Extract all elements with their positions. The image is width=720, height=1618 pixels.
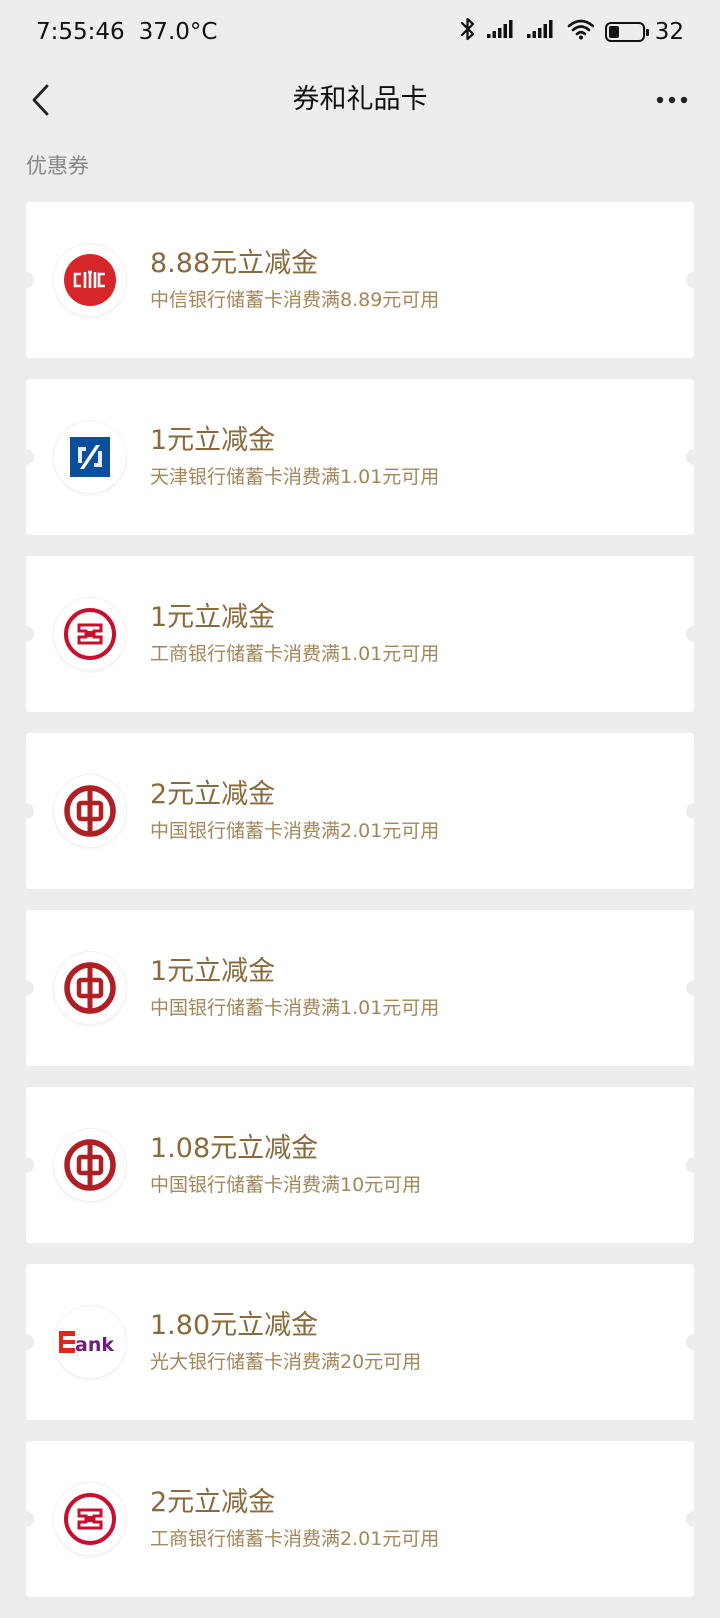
coupon-amount: 1.80元立减金 [150, 1310, 319, 1341]
battery-percent: 32 [654, 19, 684, 45]
coupon-list: 8.88元立减金 中信银行储蓄卡消费满8.89元可用 1元立减金 天津银行储蓄卡… [18, 202, 702, 1618]
coupon-card[interactable]: 1元立减金 天津银行储蓄卡消费满1.01元可用 [18, 379, 702, 535]
nav-bar: 券和礼品卡 [0, 64, 720, 136]
status-right: 32 [459, 17, 684, 47]
icbc-bank-logo-icon [54, 598, 126, 670]
coupon-text: 8.88元立减金 中信银行储蓄卡消费满8.89元可用 [150, 246, 439, 314]
boc-bank-logo-icon [54, 1129, 126, 1201]
coupon-desc: 光大银行储蓄卡消费满20元可用 [150, 1351, 422, 1373]
citic-bank-logo-icon [54, 244, 126, 316]
icbc-bank-logo-icon [54, 1483, 126, 1555]
coupon-desc: 中国银行储蓄卡消费满10元可用 [150, 1174, 422, 1196]
coupon-desc: 天津银行储蓄卡消费满1.01元可用 [150, 466, 440, 488]
tianjin-bank-logo-icon [54, 421, 126, 493]
page-title: 券和礼品卡 [292, 84, 428, 115]
coupon-card[interactable]: 8.88元立减金 中信银行储蓄卡消费满8.89元可用 [18, 202, 702, 358]
coupon-card[interactable]: 1元立减金 中国银行储蓄卡消费满1.01元可用 [18, 910, 702, 1066]
coupon-text: 2元立减金 工商银行储蓄卡消费满2.01元可用 [150, 1485, 439, 1553]
ceb-bank-logo-icon: ank [54, 1306, 126, 1378]
coupon-amount: 1元立减金 [150, 602, 276, 633]
coupon-card[interactable]: ank 1.80元立减金 光大银行储蓄卡消费满20元可用 [18, 1264, 702, 1420]
more-button[interactable] [646, 74, 698, 126]
coupon-desc: 工商银行储蓄卡消费满2.01元可用 [150, 1528, 440, 1550]
coupon-card[interactable]: 1.08元立减金 中国银行储蓄卡消费满10元可用 [18, 1087, 702, 1243]
coupon-desc: 中信银行储蓄卡消费满8.89元可用 [150, 289, 440, 311]
signal-icon-sim2 [526, 18, 557, 46]
back-button[interactable] [14, 74, 66, 126]
coupon-card[interactable]: 2元立减金 中国银行储蓄卡消费满2.01元可用 [18, 733, 702, 889]
battery-icon [604, 22, 649, 42]
status-left: 7:55:46 37.0°C [36, 19, 217, 45]
coupon-amount: 2元立减金 [150, 1487, 276, 1518]
coupon-amount: 8.88元立减金 [150, 248, 319, 279]
coupon-text: 1元立减金 天津银行储蓄卡消费满1.01元可用 [150, 423, 439, 491]
coupon-card[interactable]: 2元立减金 工商银行储蓄卡消费满2.01元可用 [18, 1441, 702, 1597]
coupon-text: 1元立减金 中国银行储蓄卡消费满1.01元可用 [150, 954, 439, 1022]
svg-text:ank: ank [75, 1334, 114, 1356]
coupon-amount: 2元立减金 [150, 779, 276, 810]
signal-icon-sim1 [486, 18, 517, 46]
boc-bank-logo-icon [54, 775, 126, 847]
chevron-left-icon [32, 84, 49, 116]
coupon-amount: 1元立减金 [150, 956, 276, 987]
coupon-card[interactable]: 1元立减金 工商银行储蓄卡消费满1.01元可用 [18, 556, 702, 712]
more-dots-icon [656, 96, 688, 104]
status-temperature: 37.0°C [138, 19, 218, 45]
status-time: 7:55:46 [36, 19, 125, 45]
status-bar: 7:55:46 37.0°C 32 [0, 0, 720, 64]
bluetooth-icon [459, 17, 477, 47]
coupon-text: 2元立减金 中国银行储蓄卡消费满2.01元可用 [150, 777, 439, 845]
boc-bank-logo-icon [54, 952, 126, 1024]
section-label: 优惠券 [26, 154, 89, 178]
wifi-icon [567, 18, 595, 46]
battery-fill [608, 26, 619, 38]
coupon-desc: 工商银行储蓄卡消费满1.01元可用 [150, 643, 440, 665]
coupon-amount: 1.08元立减金 [150, 1133, 319, 1164]
coupon-text: 1.08元立减金 中国银行储蓄卡消费满10元可用 [150, 1131, 421, 1199]
coupon-amount: 1元立减金 [150, 425, 276, 456]
coupon-desc: 中国银行储蓄卡消费满1.01元可用 [150, 997, 440, 1019]
coupon-desc: 中国银行储蓄卡消费满2.01元可用 [150, 820, 440, 842]
coupon-text: 1元立减金 工商银行储蓄卡消费满1.01元可用 [150, 600, 439, 668]
coupon-text: 1.80元立减金 光大银行储蓄卡消费满20元可用 [150, 1308, 421, 1376]
